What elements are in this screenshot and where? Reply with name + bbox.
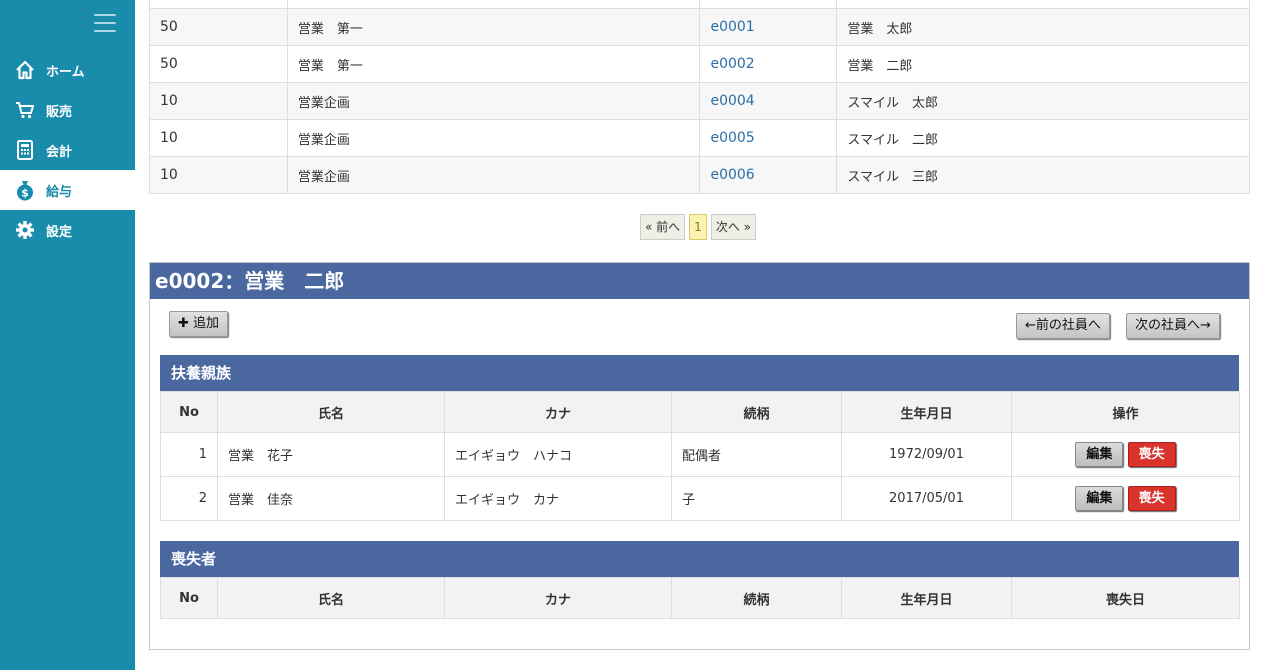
column-header: カナ <box>444 577 672 619</box>
sidebar-item-label: 会計 <box>46 144 73 160</box>
employee-table: 50 営業 第一 e0001 営業 太郎 50 営業 第一 e0002 営業 二… <box>149 0 1250 194</box>
employee-id-cell: e0004 <box>699 82 838 120</box>
money-bag-icon: $ <box>14 179 36 201</box>
table-cell <box>286 0 701 9</box>
name-cell: 営業 佳奈 <box>217 476 445 521</box>
sidebar-item-sales[interactable]: 販売 <box>0 90 135 130</box>
column-header: 生年月日 <box>841 577 1012 619</box>
no-cell: 1 <box>160 432 218 477</box>
cart-icon <box>14 99 36 121</box>
employee-name-cell: スマイル 三郎 <box>836 156 1250 194</box>
table-cell <box>836 0 1250 9</box>
table-row: 10 営業企画 e0006 スマイル 三郎 <box>149 156 1250 194</box>
table-row: 1 営業 花子 エイギョウ ハナコ 配偶者 1972/09/01 編集 喪失 <box>160 432 1240 477</box>
employee-id-cell: e0006 <box>699 156 838 194</box>
sidebar-item-settings[interactable]: 設定 <box>0 210 135 250</box>
dept-cell: 営業企画 <box>286 82 701 120</box>
add-button[interactable]: ✚ 追加 <box>169 311 229 337</box>
table-row: 50 営業 第一 e0001 営業 太郎 <box>149 8 1250 46</box>
panel-title: e0002：営業 二郎 <box>150 263 1249 299</box>
sidebar-item-label: ホーム <box>46 64 85 80</box>
employee-id-link[interactable]: e0001 <box>710 19 754 35</box>
sidebar: ホーム 販売 会計 $ 給与 設定 <box>0 0 135 670</box>
employee-id-cell: e0001 <box>699 8 838 46</box>
table-row: 10 営業企画 e0005 スマイル 二郎 <box>149 119 1250 157</box>
column-header: 続柄 <box>671 577 842 619</box>
table-row: 50 営業 第一 e0002 営業 二郎 <box>149 45 1250 83</box>
employee-name-cell: 営業 二郎 <box>836 45 1250 83</box>
name-cell: 営業 花子 <box>217 432 445 477</box>
column-header: No <box>160 391 218 433</box>
table-row: 10 営業企画 e0004 スマイル 太郎 <box>149 82 1250 120</box>
column-header: 操作 <box>1011 391 1240 433</box>
dept-cell: 営業企画 <box>286 156 701 194</box>
employee-id-link[interactable]: e0004 <box>710 93 754 109</box>
edit-button[interactable]: 編集 <box>1075 486 1124 511</box>
employee-detail-panel: e0002：営業 二郎 ✚ 追加 ←前の社員へ 次の社員へ→ 扶養親族 No 氏… <box>149 262 1250 650</box>
dept-code-cell: 50 <box>149 8 288 46</box>
actions-cell: 編集 喪失 <box>1011 476 1240 521</box>
svg-text:$: $ <box>21 187 29 200</box>
column-header: カナ <box>444 391 672 433</box>
hamburger-menu-icon[interactable] <box>94 14 116 32</box>
employee-name-cell: 営業 太郎 <box>836 8 1250 46</box>
dependents-table: No 氏名 カナ 続柄 生年月日 操作 1 営業 花子 エイギョウ ハナコ 配偶… <box>160 391 1240 521</box>
dept-cell: 営業 第一 <box>286 8 701 46</box>
sidebar-item-accounting[interactable]: 会計 <box>0 130 135 170</box>
column-header: 氏名 <box>217 391 445 433</box>
column-header: 生年月日 <box>841 391 1012 433</box>
column-header: No <box>160 577 218 619</box>
next-page-button[interactable]: 次へ » <box>710 214 756 240</box>
dept-cell: 営業 第一 <box>286 45 701 83</box>
employee-id-cell: e0002 <box>699 45 838 83</box>
home-icon <box>14 59 36 81</box>
employee-id-link[interactable]: e0005 <box>710 130 754 146</box>
employee-id-link[interactable]: e0002 <box>710 56 754 72</box>
lost-heading: 喪失者 <box>160 541 1239 577</box>
prev-employee-button[interactable]: ←前の社員へ <box>1016 313 1110 339</box>
table-cell <box>699 0 838 9</box>
dept-code-cell: 10 <box>149 156 288 194</box>
table-cell <box>149 0 288 9</box>
lost-table: No 氏名 カナ 続柄 生年月日 喪失日 <box>160 577 1240 619</box>
column-header: 氏名 <box>217 577 445 619</box>
kana-cell: エイギョウ ハナコ <box>444 432 672 477</box>
employee-name-cell: スマイル 二郎 <box>836 119 1250 157</box>
employee-id-link[interactable]: e0006 <box>710 167 754 183</box>
actions-cell: 編集 喪失 <box>1011 432 1240 477</box>
pagination: « 前へ 1 次へ » <box>640 214 756 240</box>
no-cell: 2 <box>160 476 218 521</box>
dependents-heading: 扶養親族 <box>160 355 1239 391</box>
sidebar-item-label: 販売 <box>46 104 73 120</box>
relation-cell: 配偶者 <box>671 432 842 477</box>
sidebar-item-payroll[interactable]: $ 給与 <box>0 170 135 210</box>
next-employee-button[interactable]: 次の社員へ→ <box>1126 313 1220 339</box>
relation-cell: 子 <box>671 476 842 521</box>
birthdate-cell: 1972/09/01 <box>841 432 1012 477</box>
lose-button[interactable]: 喪失 <box>1127 442 1176 467</box>
kana-cell: エイギョウ カナ <box>444 476 672 521</box>
sidebar-item-label: 給与 <box>46 184 73 200</box>
employee-name-cell: スマイル 太郎 <box>836 82 1250 120</box>
sidebar-item-label: 設定 <box>46 224 73 240</box>
calculator-icon <box>14 139 36 161</box>
table-header-row: No 氏名 カナ 続柄 生年月日 操作 <box>160 391 1240 433</box>
column-header: 続柄 <box>671 391 842 433</box>
table-row: 2 営業 佳奈 エイギョウ カナ 子 2017/05/01 編集 喪失 <box>160 476 1240 521</box>
gear-icon <box>14 219 36 241</box>
employee-id-cell: e0005 <box>699 119 838 157</box>
dept-code-cell: 50 <box>149 45 288 83</box>
current-page[interactable]: 1 <box>689 214 707 240</box>
birthdate-cell: 2017/05/01 <box>841 476 1012 521</box>
prev-page-button[interactable]: « 前へ <box>640 214 686 240</box>
sidebar-item-home[interactable]: ホーム <box>0 50 135 90</box>
table-header-row: No 氏名 カナ 続柄 生年月日 喪失日 <box>160 577 1240 619</box>
lose-button[interactable]: 喪失 <box>1127 486 1176 511</box>
dept-cell: 営業企画 <box>286 119 701 157</box>
dept-code-cell: 10 <box>149 119 288 157</box>
edit-button[interactable]: 編集 <box>1075 442 1124 467</box>
dept-code-cell: 10 <box>149 82 288 120</box>
column-header: 喪失日 <box>1011 577 1240 619</box>
